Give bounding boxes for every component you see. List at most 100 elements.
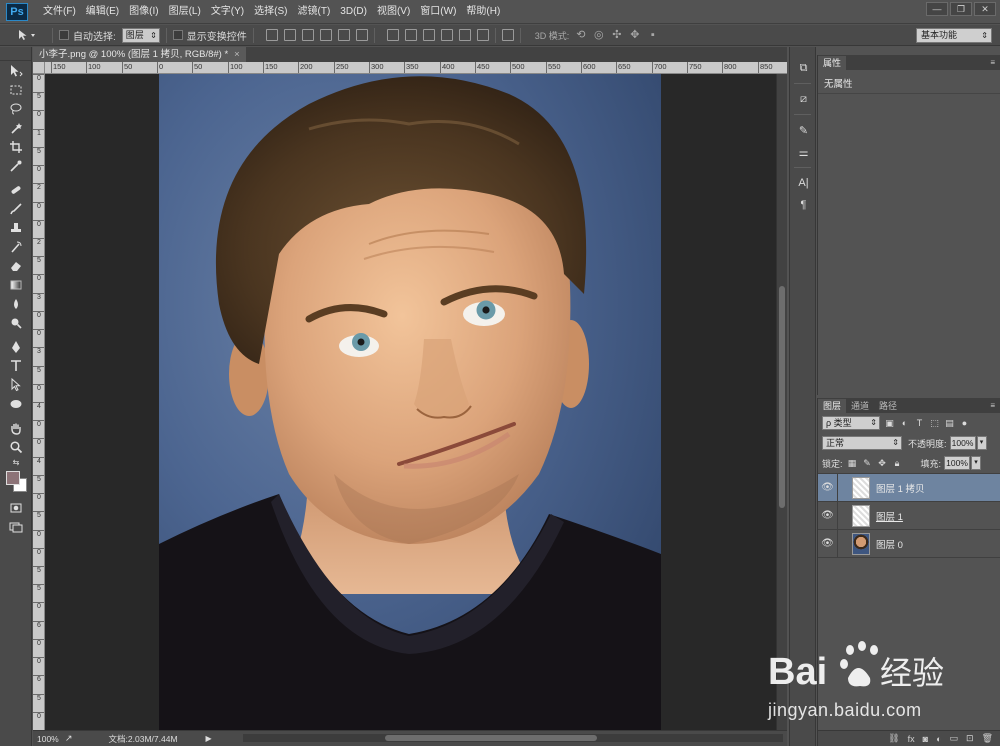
layer-row[interactable]: 👁︎ 图层 0 [818, 529, 1000, 558]
3d-scale-icon[interactable]: ▪ [646, 29, 659, 41]
quick-mask-icon[interactable] [0, 498, 32, 517]
canvas-area[interactable] [45, 74, 776, 730]
link-icon[interactable]: ⛓ [888, 733, 899, 744]
distribute-vcenter-icon[interactable] [404, 29, 417, 41]
opacity-input[interactable]: 100% [949, 436, 976, 450]
document-close-icon[interactable]: × [234, 47, 240, 62]
marquee-tool-icon[interactable] [0, 80, 32, 99]
group-icon[interactable]: ▭ [950, 733, 959, 744]
horizontal-scrollbar[interactable] [243, 734, 783, 742]
menu-select[interactable]: 选择(S) [249, 0, 292, 24]
menu-layer[interactable]: 图层(L) [164, 0, 206, 24]
auto-align-icon[interactable] [501, 29, 514, 41]
paragraph-panel-icon[interactable]: ¶ [790, 194, 817, 216]
menu-view[interactable]: 视图(V) [372, 0, 415, 24]
menu-filter[interactable]: 滤镜(T) [293, 0, 336, 24]
brush-presets-icon[interactable]: ⚌ [790, 141, 817, 163]
crop-tool-icon[interactable] [0, 137, 32, 156]
lock-transparent-icon[interactable]: ▦ [847, 458, 858, 469]
zoom-readout[interactable]: 100% [37, 734, 65, 744]
menu-type[interactable]: 文字(Y) [206, 0, 249, 24]
3d-pan-icon[interactable]: ✣ [610, 29, 623, 41]
align-hcenter-icon[interactable] [337, 29, 350, 41]
trash-icon[interactable]: 🗑︎ [982, 733, 993, 744]
brush-tool-icon[interactable] [0, 199, 32, 218]
opacity-dropdown-icon[interactable]: ▾ [976, 436, 987, 450]
distribute-bottom-icon[interactable] [422, 29, 435, 41]
lock-pixels-icon[interactable]: ✎ [862, 458, 873, 469]
history-brush-tool-icon[interactable] [0, 237, 32, 256]
document-tab[interactable]: 小李子.png @ 100% (图层 1 拷贝, RGB/8#) * × [33, 47, 246, 62]
layer-name[interactable]: 图层 1 拷贝 [876, 481, 925, 495]
screen-mode-icon[interactable] [0, 517, 32, 536]
ruler-corner[interactable] [33, 62, 45, 74]
quick-select-tool-icon[interactable] [0, 118, 32, 137]
align-right-icon[interactable] [355, 29, 368, 41]
filter-smart-icon[interactable]: ▤ [944, 418, 955, 429]
character-panel-icon[interactable]: A| [790, 172, 817, 194]
layer-name[interactable]: 图层 1 [876, 509, 903, 523]
panel-menu-icon[interactable]: ≡ [990, 56, 995, 70]
restore-icon[interactable]: ❐ [950, 2, 972, 16]
blur-tool-icon[interactable] [0, 294, 32, 313]
workspace-select[interactable]: 基本功能 [916, 28, 992, 43]
dodge-tool-icon[interactable] [0, 313, 32, 332]
layers-empty-area[interactable] [818, 557, 1000, 717]
layer-row[interactable]: 👁︎ 图层 1 拷贝 [818, 473, 1000, 502]
menu-window[interactable]: 窗口(W) [415, 0, 461, 24]
show-transform-checkbox[interactable] [172, 30, 183, 40]
menu-edit[interactable]: 编辑(E) [81, 0, 124, 24]
auto-select-target-select[interactable]: 图层 [121, 27, 160, 43]
vertical-scroll-thumb[interactable] [779, 286, 785, 508]
fill-input[interactable]: 100% [944, 456, 971, 470]
tab-layers[interactable]: 图层 [818, 399, 847, 413]
layer-filter-select[interactable]: ρ 类型 [822, 416, 880, 430]
zoom-tool-icon[interactable] [0, 437, 32, 456]
tab-paths[interactable]: 路径 [874, 399, 902, 413]
filter-toggle-icon[interactable]: ● [959, 418, 970, 429]
actions-panel-icon[interactable]: ⧄ [790, 88, 817, 110]
portrait-photo[interactable] [159, 74, 661, 730]
distribute-hcenter-icon[interactable] [458, 29, 471, 41]
distribute-left-icon[interactable] [440, 29, 453, 41]
layer-row[interactable]: 👁︎ 图层 1 [818, 501, 1000, 530]
close-icon[interactable]: ✕ [974, 2, 996, 16]
spot-healing-tool-icon[interactable] [0, 180, 32, 199]
new-layer-icon[interactable]: ⊡ [966, 733, 974, 744]
swap-colors-icon[interactable]: ⇆ [0, 456, 32, 468]
eraser-tool-icon[interactable] [0, 256, 32, 275]
distribute-top-icon[interactable] [386, 29, 399, 41]
tab-channels[interactable]: 通道 [846, 399, 874, 413]
shape-tool-icon[interactable] [0, 394, 32, 413]
align-top-icon[interactable] [265, 29, 278, 41]
auto-select-checkbox[interactable] [59, 30, 69, 40]
filter-shape-icon[interactable]: ⬚ [929, 418, 940, 429]
horizontal-ruler[interactable]: 150 100 50 0 50 100 150 200 250 300 350 400 450 500 55… [45, 62, 787, 74]
3d-rotate-icon[interactable]: ⟲ [574, 29, 587, 41]
align-vcenter-icon[interactable] [283, 29, 296, 41]
lasso-tool-icon[interactable] [0, 99, 32, 118]
export-icon[interactable]: ↗ [65, 733, 73, 744]
pen-tool-icon[interactable] [0, 337, 32, 356]
hand-tool-icon[interactable] [0, 418, 32, 437]
fx-icon[interactable]: fx [908, 734, 915, 744]
move-tool-preset-icon[interactable] [16, 27, 46, 44]
visibility-eye-icon[interactable]: 👁︎ [818, 473, 838, 502]
status-menu-arrow-icon[interactable]: ▶ [206, 734, 212, 743]
3d-slide-icon[interactable]: ✥ [628, 29, 641, 41]
adjustment-icon[interactable]: ◐ [936, 734, 941, 744]
panel-menu-icon[interactable]: ≡ [990, 399, 995, 413]
foreground-color-swatch[interactable] [6, 471, 20, 485]
eyedropper-tool-icon[interactable] [0, 156, 32, 175]
layer-name[interactable]: 图层 0 [876, 537, 903, 551]
filter-pixel-icon[interactable]: ▣ [884, 418, 895, 429]
minimize-icon[interactable]: — [926, 2, 948, 16]
toolbox-grip[interactable] [0, 47, 31, 61]
menu-3d[interactable]: 3D(D) [335, 0, 372, 24]
mask-icon[interactable]: ◙ [923, 734, 928, 744]
distribute-right-icon[interactable] [476, 29, 489, 41]
visibility-eye-icon[interactable]: 👁︎ [818, 501, 838, 530]
horizontal-scroll-thumb[interactable] [385, 735, 597, 741]
3d-roll-icon[interactable]: ◎ [592, 29, 605, 41]
menu-help[interactable]: 帮助(H) [461, 0, 505, 24]
